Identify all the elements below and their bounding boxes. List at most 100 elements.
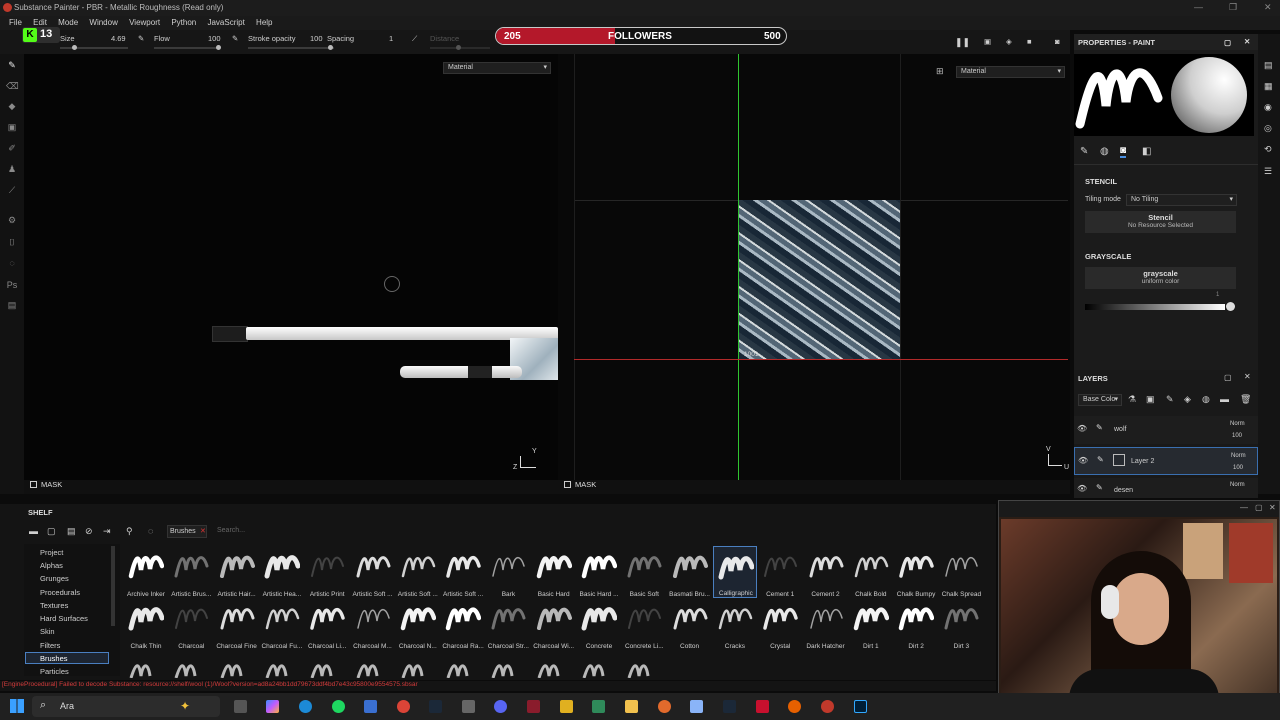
task-view-icon[interactable] xyxy=(234,700,247,713)
shelf-search-input[interactable]: Search... xyxy=(214,525,994,538)
layer-blend-mode[interactable]: Norm xyxy=(1230,421,1245,427)
display-settings-icon[interactable]: ▣ xyxy=(984,37,991,46)
brush-thumbnail[interactable]: Charcoal Wi... xyxy=(532,598,576,650)
app-icon[interactable] xyxy=(690,700,703,713)
layers-close-icon[interactable]: ✕ xyxy=(1244,372,1251,381)
brush-thumbnail[interactable]: Chalk Bold xyxy=(849,546,893,598)
brush-thumbnail[interactable] xyxy=(441,654,485,678)
brush-thumbnail[interactable] xyxy=(169,654,213,678)
layer-name[interactable]: wolf xyxy=(1114,426,1126,433)
app-icon[interactable] xyxy=(756,700,769,713)
stroke-opacity-slider[interactable] xyxy=(248,45,334,50)
tab-stencil-icon[interactable]: ◙ xyxy=(1120,145,1127,158)
shelf-export-icon[interactable]: ⇥ xyxy=(103,526,111,537)
brush-thumbnail[interactable]: Charcoal Ra... xyxy=(441,598,485,650)
category-textures[interactable]: Textures xyxy=(40,601,68,610)
add-mask-icon[interactable]: ▣ xyxy=(1146,394,1155,405)
dock-texture-set-icon[interactable]: ▦ xyxy=(1264,81,1273,92)
brush-thumbnail[interactable] xyxy=(577,654,621,678)
menu-file[interactable]: File xyxy=(9,18,22,27)
shelf-hide-icon[interactable]: ⊘ xyxy=(85,526,93,537)
mask-2d-checkbox[interactable] xyxy=(564,481,571,488)
layer-mask-thumbnail[interactable] xyxy=(1113,454,1125,466)
shelf-folder-icon[interactable]: ▬ xyxy=(29,526,38,536)
menu-help[interactable]: Help xyxy=(256,18,272,27)
start-icon[interactable] xyxy=(10,699,24,713)
brush-thumbnail[interactable] xyxy=(215,654,259,678)
viewport-2d[interactable]: ⊞ Material 1001 V U MASK xyxy=(558,54,1070,494)
delete-layer-icon[interactable]: 🗑 xyxy=(1240,394,1251,405)
brush-thumbnail[interactable] xyxy=(622,654,666,678)
brush-thumbnail[interactable]: Basic Hard xyxy=(532,546,576,598)
brush-thumbnail[interactable]: Dirt 1 xyxy=(849,598,893,650)
file-explorer-icon[interactable] xyxy=(625,700,638,713)
layers-float-icon[interactable]: ▢ xyxy=(1224,373,1232,382)
category-brushes[interactable]: Brushes xyxy=(40,654,68,663)
brush-thumbnail[interactable]: Basic Soft xyxy=(622,546,666,598)
shelf-filter-icon[interactable]: ⚲ xyxy=(126,526,133,537)
webcam-minimize-icon[interactable]: — xyxy=(1240,503,1248,512)
app-icon[interactable] xyxy=(494,700,507,713)
layer-visibility-icon[interactable]: 👁 xyxy=(1077,424,1087,433)
bake-icon[interactable]: ⚙ xyxy=(6,215,18,227)
shelf-new-icon[interactable]: ▢ xyxy=(47,526,56,537)
brush-thumbnail[interactable]: Basmati Bru... xyxy=(668,546,712,598)
brush-thumbnail[interactable]: Artistic Print xyxy=(305,546,349,598)
category-hard-surfaces[interactable]: Hard Surfaces xyxy=(40,614,88,623)
brush-thumbnail[interactable]: Crystal xyxy=(758,598,802,650)
edge-icon[interactable] xyxy=(299,700,312,713)
layers-channel-dropdown[interactable]: Base Colo xyxy=(1078,394,1122,406)
viewport-3d[interactable]: Material Y Z MASK xyxy=(24,54,558,494)
app-icon[interactable] xyxy=(788,700,801,713)
app-icon[interactable] xyxy=(364,700,377,713)
layer-opacity[interactable]: 100 xyxy=(1233,465,1243,471)
distance-slider[interactable] xyxy=(430,45,490,50)
smudge-icon[interactable]: ✐ xyxy=(6,143,18,155)
category-alphas[interactable]: Alphas xyxy=(40,561,63,570)
brush-thumbnail[interactable]: Bark xyxy=(486,546,530,598)
paint-brush-icon[interactable]: ✎ xyxy=(6,60,18,72)
brush-thumbnail[interactable]: Charcoal M... xyxy=(351,598,395,650)
taskbar-search[interactable]: ⌕ Ara ✦ xyxy=(32,696,220,717)
layer-visibility-icon[interactable]: 👁 xyxy=(1078,456,1088,465)
brush-thumbnail[interactable] xyxy=(532,654,576,678)
brush-thumbnail[interactable]: Artistic Brus... xyxy=(169,546,213,598)
viewport-3d-channel-dropdown[interactable]: Material xyxy=(443,62,551,74)
grayscale-resource-button[interactable]: grayscale uniform color xyxy=(1085,267,1236,289)
brush-thumbnail[interactable]: Chalk Spread xyxy=(939,546,983,598)
brush-thumbnail[interactable]: Archive Inker xyxy=(124,546,168,598)
category-grunges[interactable]: Grunges xyxy=(40,574,69,583)
brush-thumbnail[interactable]: Artistic Hea... xyxy=(260,546,304,598)
brush-thumbnail[interactable]: Charcoal Li... xyxy=(305,598,349,650)
grayscale-slider[interactable] xyxy=(1085,304,1225,310)
brush-thumbnail[interactable] xyxy=(351,654,395,678)
app-icon[interactable] xyxy=(527,700,540,713)
menu-window[interactable]: Window xyxy=(89,18,117,27)
mask-3d-checkbox[interactable] xyxy=(30,481,37,488)
brush-thumbnail[interactable] xyxy=(396,654,440,678)
brush-thumbnail[interactable]: Artistic Soft ... xyxy=(396,546,440,598)
brush-alpha-preview[interactable] xyxy=(1074,54,1166,136)
category-particles[interactable]: Particles xyxy=(40,667,69,676)
stroke-opacity-value[interactable]: 100 xyxy=(310,34,323,43)
size-slider[interactable] xyxy=(60,45,128,50)
panel-float-icon[interactable]: ▢ xyxy=(1224,38,1231,47)
brush-thumbnail[interactable] xyxy=(486,654,530,678)
brush-thumbnail[interactable]: Calligraphic xyxy=(712,546,757,598)
measure-icon[interactable]: ⌷ xyxy=(6,237,18,249)
layer-blend-mode[interactable]: Norm xyxy=(1231,453,1246,459)
menu-viewport[interactable]: Viewport xyxy=(129,18,160,27)
app-icon[interactable] xyxy=(560,700,573,713)
substance-painter-icon[interactable] xyxy=(821,700,834,713)
render-icon[interactable]: ◈ xyxy=(1006,37,1012,46)
viewport-2d-channel-dropdown[interactable]: Material xyxy=(956,66,1065,78)
menu-edit[interactable]: Edit xyxy=(33,18,47,27)
add-folder-icon[interactable]: ▬ xyxy=(1220,394,1229,404)
tab-grayscale-icon[interactable]: ◧ xyxy=(1142,146,1151,157)
layer-visibility-icon[interactable]: 👁 xyxy=(1077,484,1087,493)
minimize-icon[interactable]: — xyxy=(1194,2,1203,12)
projection-icon[interactable]: ◆ xyxy=(6,101,18,113)
copilot-icon[interactable] xyxy=(266,700,279,713)
filter-tag-close-icon[interactable]: ✕ xyxy=(200,527,206,535)
steam-icon[interactable] xyxy=(429,700,442,713)
